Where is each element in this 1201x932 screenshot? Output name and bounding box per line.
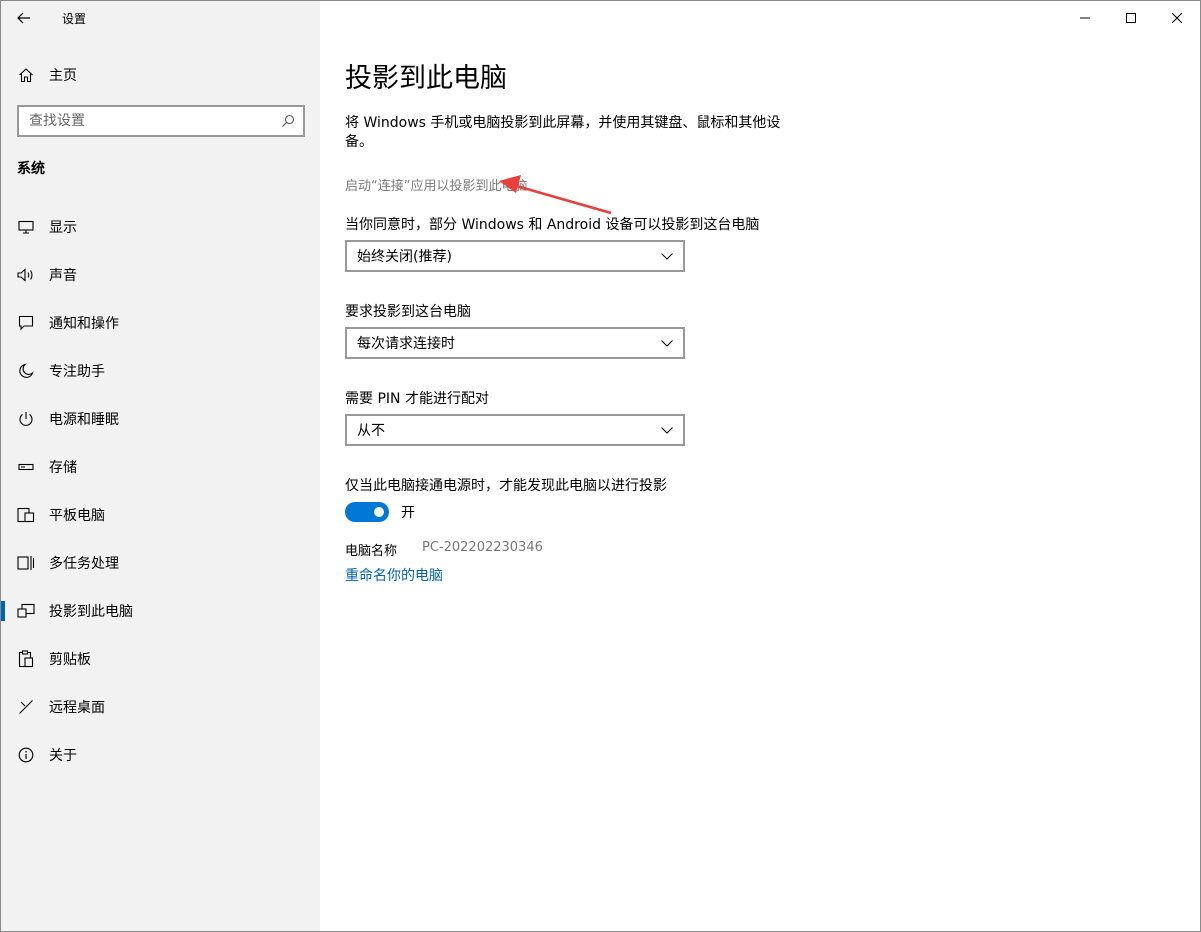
sidebar-item-label: 关于 <box>49 748 77 764</box>
ask-to-project-label: 要求投影到这台电脑 <box>345 304 471 320</box>
sidebar-item-label: 远程桌面 <box>49 700 105 716</box>
back-arrow-icon <box>17 12 30 24</box>
search-box[interactable] <box>17 105 305 137</box>
storage-icon <box>17 458 35 476</box>
search-icon[interactable] <box>281 114 295 128</box>
remote-desktop-icon <box>17 698 35 716</box>
notification-icon <box>17 314 35 332</box>
sidebar-item-label: 专注助手 <box>49 364 105 380</box>
power-toggle-row: 开 <box>345 502 415 522</box>
sidebar-item-label: 平板电脑 <box>49 508 105 524</box>
sidebar-item-notifications[interactable]: 通知和操作 <box>1 299 320 347</box>
sidebar-item-power-sleep[interactable]: 电源和睡眠 <box>1 395 320 443</box>
toggle-knob <box>374 507 384 517</box>
app-title: 设置 <box>62 11 87 26</box>
active-indicator <box>1 601 5 621</box>
sidebar-item-about[interactable]: 关于 <box>1 731 320 779</box>
sidebar-item-label: 电源和睡眠 <box>49 412 119 428</box>
sidebar-item-label: 投影到此电脑 <box>49 604 133 620</box>
sidebar-item-storage[interactable]: 存储 <box>1 443 320 491</box>
project-icon <box>17 602 35 620</box>
dropdown-value: 每次请求连接时 <box>357 336 455 352</box>
sidebar-item-label: 显示 <box>49 220 77 236</box>
rename-pc-link[interactable]: 重命名你的电脑 <box>345 565 443 585</box>
multitask-icon <box>17 554 35 572</box>
sidebar-item-project-to-pc[interactable]: 投影到此电脑 <box>1 587 320 635</box>
tablet-icon <box>17 506 35 524</box>
home-label: 主页 <box>49 68 77 84</box>
pc-name-label: 电脑名称 <box>345 544 398 559</box>
ask-to-project-dropdown[interactable]: 每次请求连接时 <box>345 327 685 359</box>
sidebar-item-multitasking[interactable]: 多任务处理 <box>1 539 320 587</box>
home-icon <box>19 68 33 83</box>
title-bar-left: 设置 <box>1 1 320 35</box>
page-title: 投影到此电脑 <box>345 63 507 94</box>
dropdown-value: 从不 <box>357 423 385 439</box>
chevron-down-icon <box>661 426 673 434</box>
sidebar-item-label: 声音 <box>49 268 77 284</box>
annotation-arrow <box>499 175 612 215</box>
sidebar-item-label: 多任务处理 <box>49 556 119 572</box>
search-input[interactable] <box>29 113 269 129</box>
pc-name-row: 电脑名称 PC-202202230346 <box>345 540 543 559</box>
sidebar-item-label: 存储 <box>49 460 77 476</box>
speaker-icon <box>17 266 35 284</box>
power-icon <box>17 410 35 428</box>
pc-name-value: PC-202202230346 <box>422 540 543 555</box>
sidebar-item-sound[interactable]: 声音 <box>1 251 320 299</box>
chevron-down-icon <box>661 252 673 260</box>
sidebar-item-clipboard[interactable]: 剪贴板 <box>1 635 320 683</box>
sidebar-nav: 显示 声音 通知和操作 专注助手 电源和睡眠 存储 平板电脑 多任务处理 投影到… <box>1 203 320 779</box>
moon-icon <box>17 362 35 380</box>
clipboard-icon <box>17 650 35 668</box>
sidebar-item-tablet[interactable]: 平板电脑 <box>1 491 320 539</box>
sidebar-item-display[interactable]: 显示 <box>1 203 320 251</box>
require-pin-dropdown[interactable]: 从不 <box>345 414 685 446</box>
chevron-down-icon <box>661 339 673 347</box>
page-description: 将 Windows 手机或电脑投影到此屏幕，并使用其键盘、鼠标和其他设备。 <box>345 115 781 150</box>
power-toggle-label: 仅当此电脑接通电源时，才能发现此电脑以进行投影 <box>345 478 667 494</box>
sidebar-item-focus-assist[interactable]: 专注助手 <box>1 347 320 395</box>
toggle-state-label: 开 <box>401 505 415 521</box>
home-nav-item[interactable]: 主页 <box>1 57 320 93</box>
require-pin-label: 需要 PIN 才能进行配对 <box>345 391 489 407</box>
sidebar-item-label: 剪贴板 <box>49 652 91 668</box>
main-content: 投影到此电脑 将 Windows 手机或电脑投影到此屏幕，并使用其键盘、鼠标和其… <box>345 1 1185 931</box>
availability-dropdown[interactable]: 始终关闭(推荐) <box>345 240 685 272</box>
sidebar-item-remote-desktop[interactable]: 远程桌面 <box>1 683 320 731</box>
sidebar-item-label: 通知和操作 <box>49 316 119 332</box>
power-toggle-switch[interactable] <box>345 502 389 522</box>
back-button[interactable] <box>1 1 47 35</box>
monitor-icon <box>17 218 35 236</box>
dropdown-value: 始终关闭(推荐) <box>357 249 452 265</box>
sidebar: 设置 主页 系统 显示 <box>1 1 320 931</box>
info-icon <box>17 746 35 764</box>
settings-window: 设置 主页 系统 显示 <box>0 0 1201 932</box>
section-title: 系统 <box>17 161 45 177</box>
